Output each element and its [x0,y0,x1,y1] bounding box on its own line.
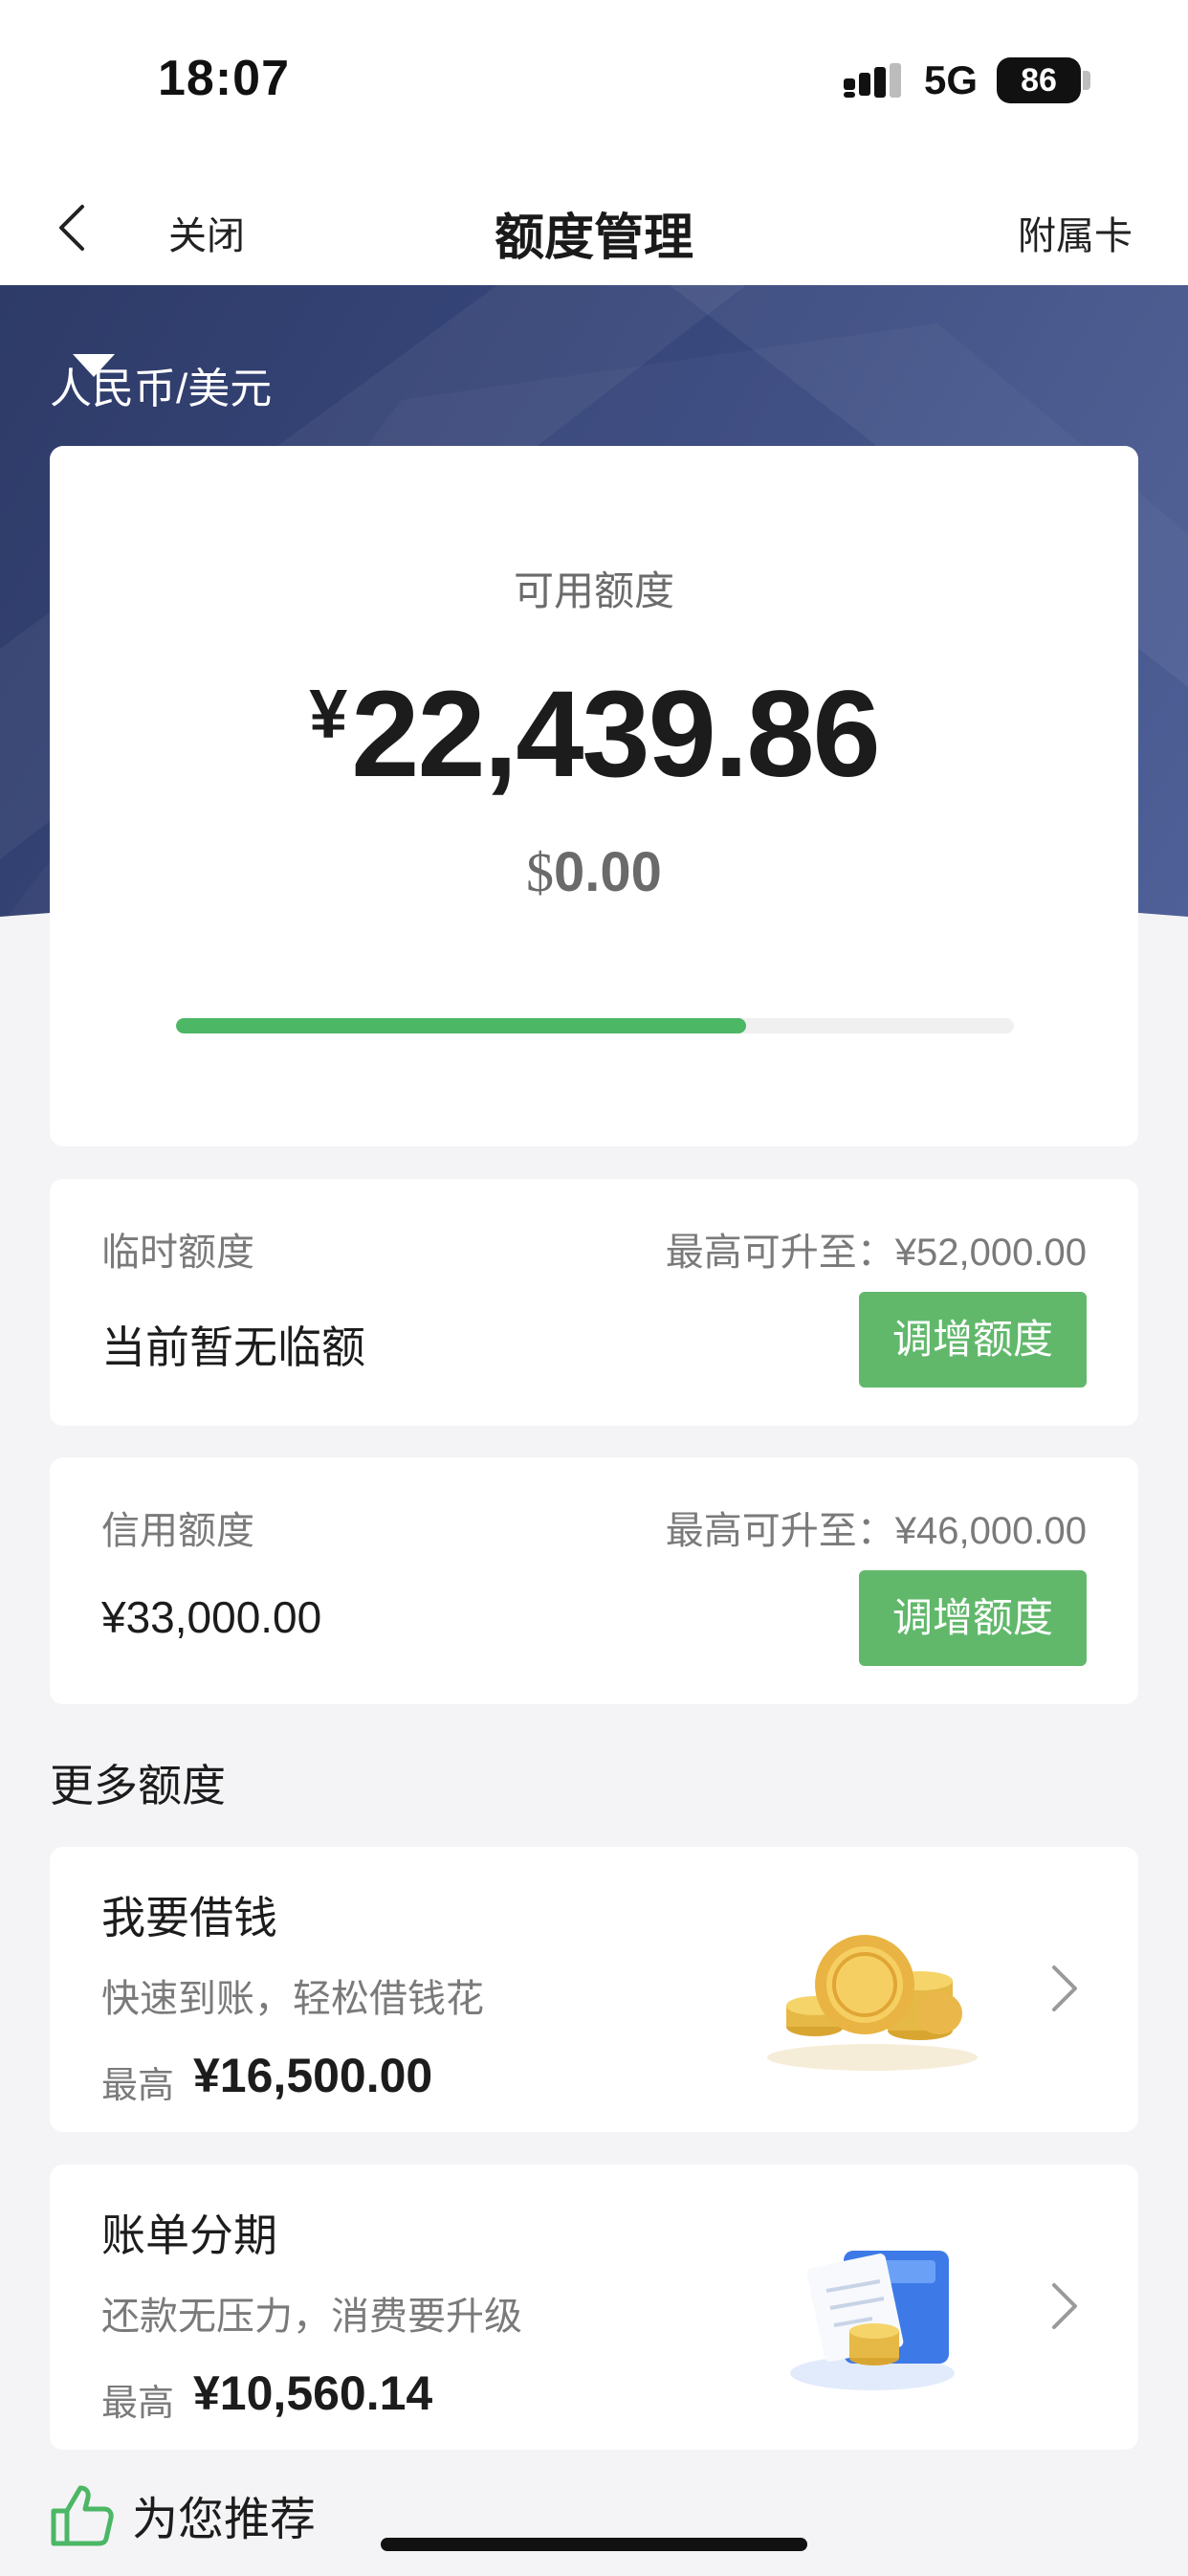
offer-max-label: 最高 [101,2384,175,2424]
credit-limit-card: 信用额度 最高可升至：¥46,000.00 ¥33,000.00 调增额度 [50,1457,1138,1704]
chevron-right-icon [1052,1965,1077,2011]
home-indicator [381,2538,807,2551]
nav-bar: 额度管理 关闭 附属卡 [0,163,1188,285]
credit-limit-adjust-button[interactable]: 调增额度 [859,1570,1087,1666]
credit-limit-title: 信用额度 [101,1510,254,1552]
credit-limit-value: ¥33,000.00 [101,1592,322,1642]
offer-title: 账单分期 [101,2210,277,2260]
signal-icon [844,63,901,98]
page-title-text: 额度管理 [494,211,693,266]
offer-title: 我要借钱 [101,1893,277,1943]
gold-coins-icon [767,1935,978,2071]
status-bar: 18:07 5G 86 [0,0,1188,163]
limit-progress-bar [176,1018,1014,1033]
offer-max-label: 最高 [101,2066,175,2106]
bill-card-icon [790,2251,955,2390]
offer-card-borrow[interactable]: 我要借钱 快速到账，轻松借钱花 最高 ¥16,500.00 [50,1847,1138,2132]
usd-value: 0.00 [554,841,662,903]
offer-card-installment[interactable]: 账单分期 还款无压力，消费要升级 最高 ¥10,560.14 [50,2165,1138,2450]
supplementary-card-button[interactable]: 附属卡 [1018,205,1133,260]
offer-max-value: ¥16,500.00 [193,2049,433,2102]
more-limits-title: 更多额度 [50,1761,226,1810]
offer-desc: 快速到账，轻松借钱花 [101,1978,484,2020]
offer-desc: 还款无压力，消费要升级 [101,2296,522,2338]
credit-limit-max: 最高可升至：¥46,000.00 [665,1510,1087,1552]
recommend-header: 为您推荐 [48,2480,316,2549]
currency-selector[interactable]: 人民币/美元 [50,354,272,415]
page: 18:07 5G 86 额度管理 关闭 附属卡 人民币/美元 可用额度 ¥22,… [0,0,1188,2576]
temp-limit-adjust-button[interactable]: 调增额度 [859,1292,1087,1388]
available-cny-amount: ¥22,439.86 [50,664,1138,805]
status-time: 18:07 [158,51,290,106]
temp-limit-max: 最高可升至：¥52,000.00 [665,1232,1087,1274]
temp-limit-value: 当前暂无临额 [101,1322,365,1372]
caret-down-icon [73,354,115,377]
available-usd-amount: $0.00 [50,840,1138,904]
available-limit-card: 可用额度 ¥22,439.86 $0.00 [50,446,1138,1146]
available-limit-label: 可用额度 [513,568,674,613]
battery-icon: 86 [997,57,1081,103]
chevron-right-icon [1052,2283,1077,2329]
chevron-left-icon[interactable] [54,203,92,253]
offer-max-value: ¥10,560.14 [193,2366,433,2420]
thumbs-up-icon [51,2485,114,2546]
cny-symbol: ¥ [309,677,348,753]
recommend-label: 为您推荐 [132,2495,317,2545]
limit-progress-fill [176,1018,746,1033]
close-button[interactable]: 关闭 [168,205,245,260]
cny-value: 22,439.86 [351,666,880,803]
battery-cap [1083,71,1090,90]
usd-symbol: $ [526,841,555,903]
temp-limit-title: 临时额度 [101,1232,254,1274]
network-label: 5G [924,57,979,102]
temp-limit-card: 临时额度 最高可升至：¥52,000.00 当前暂无临额 调增额度 [50,1179,1138,1426]
